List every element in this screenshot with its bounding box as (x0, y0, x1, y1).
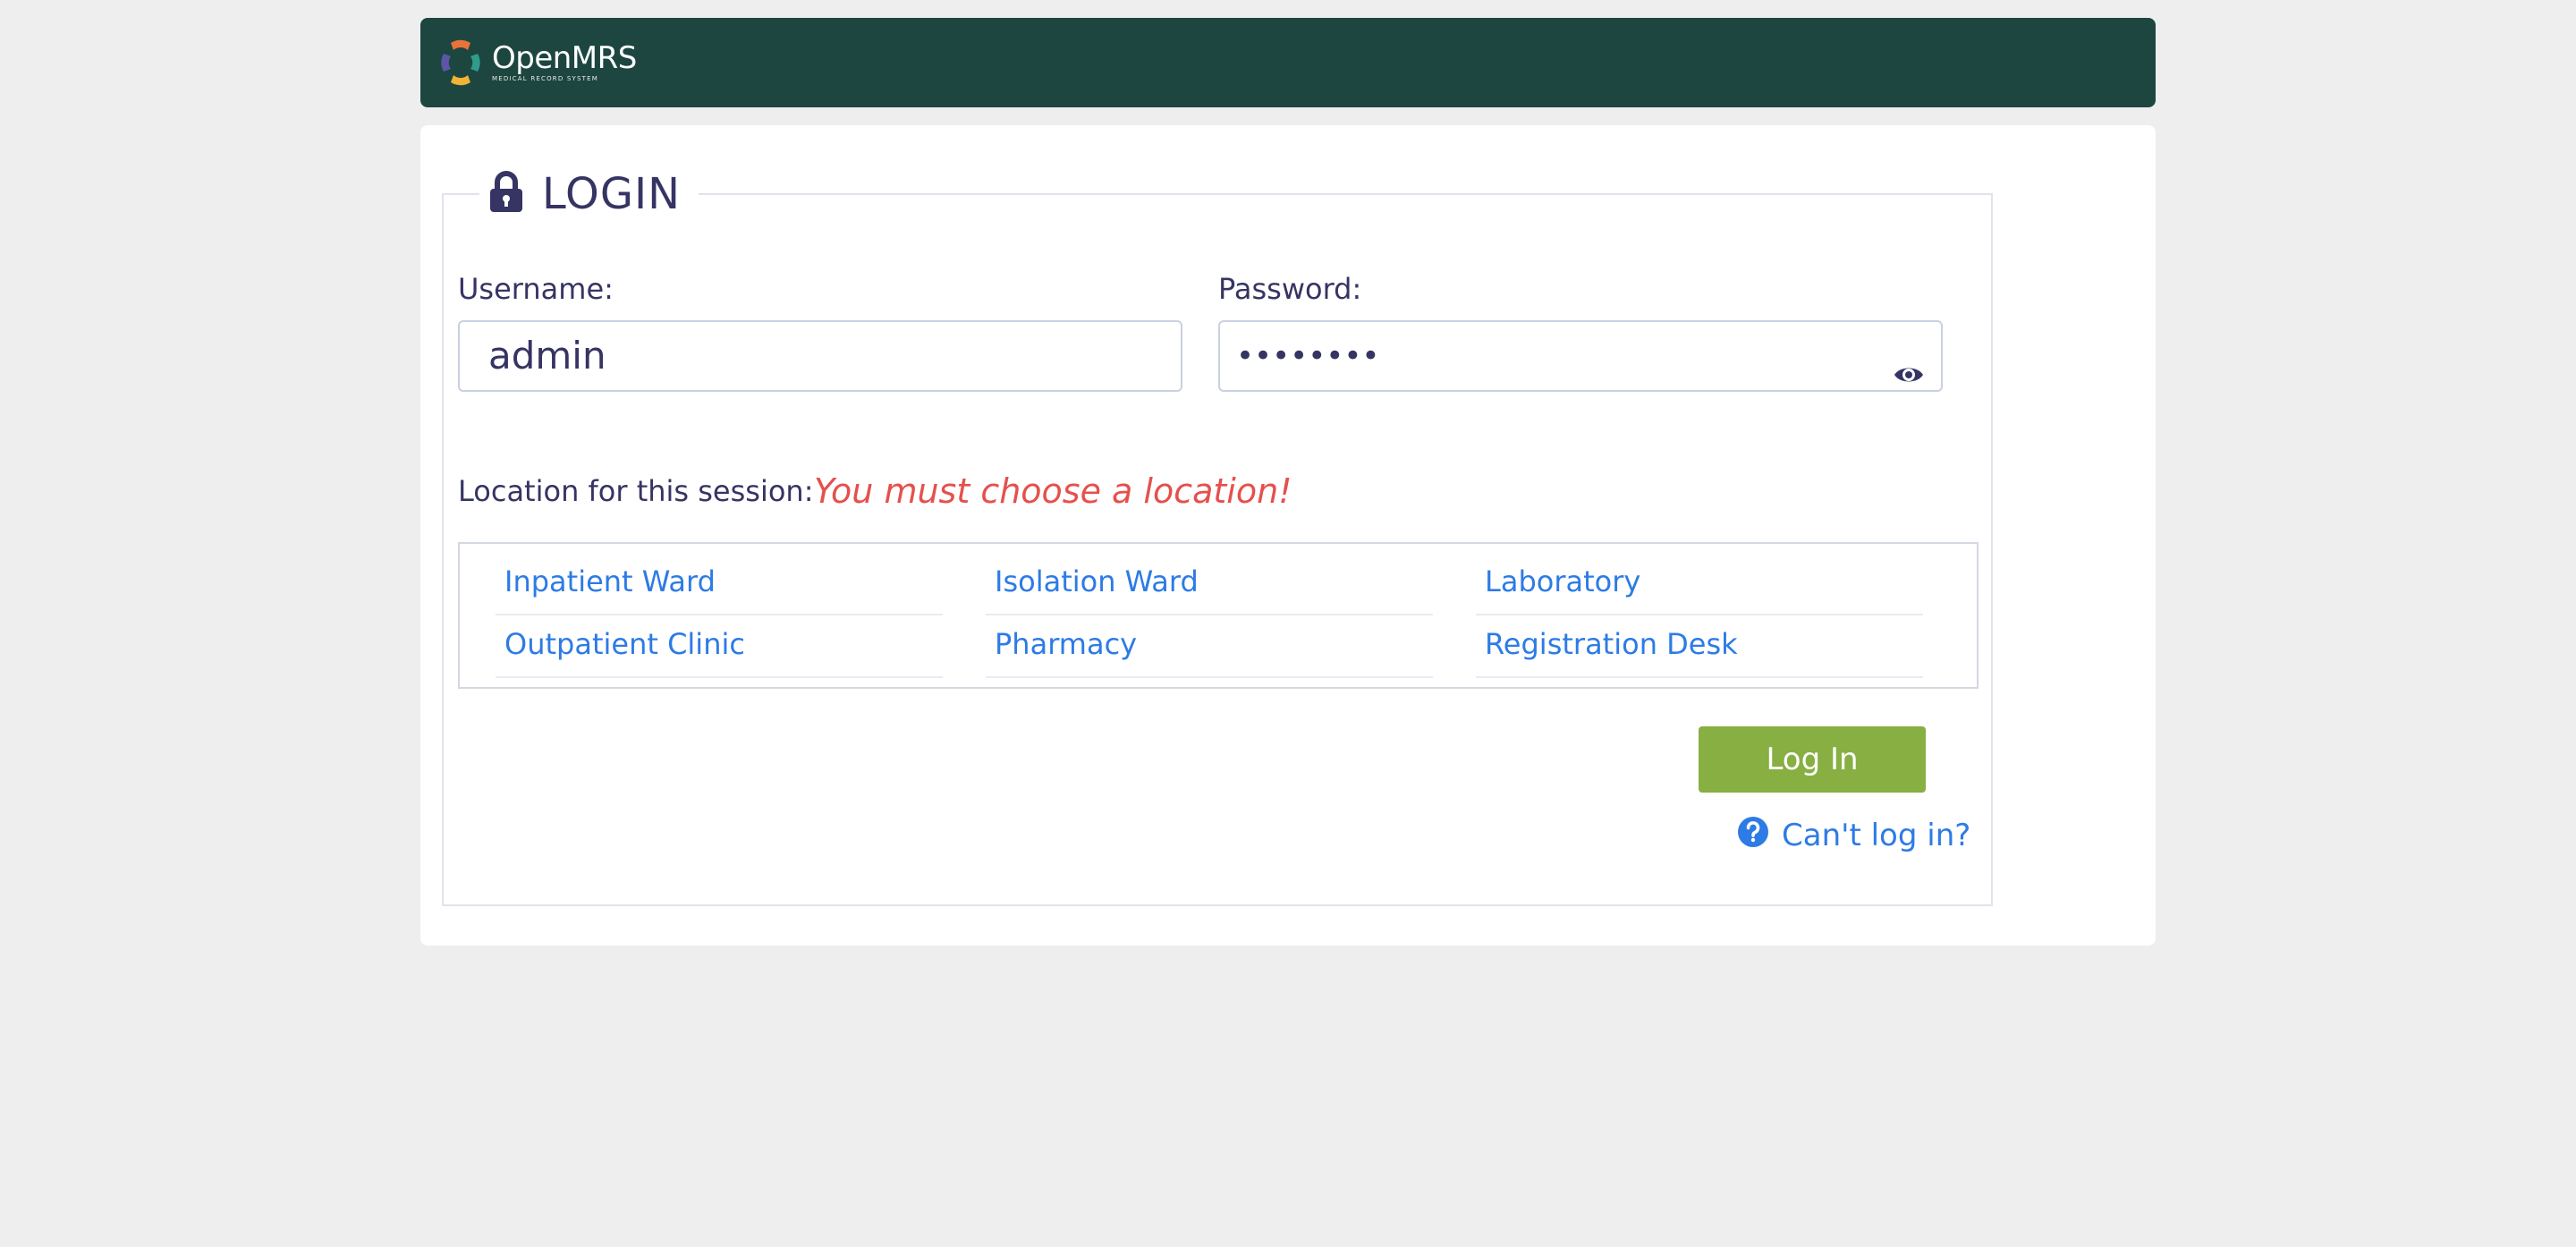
location-pharmacy[interactable]: Pharmacy (986, 617, 1433, 678)
location-isolation-ward[interactable]: Isolation Ward (986, 555, 1433, 615)
location-inpatient-ward[interactable]: Inpatient Ward (496, 555, 943, 615)
lock-icon (488, 171, 524, 217)
login-card: LOGIN Username: admin Password: ••••••••… (420, 125, 2156, 946)
location-error: You must choose a location! (814, 471, 1292, 511)
location-label: Location for this session: (458, 474, 814, 508)
login-button[interactable]: Log In (1699, 726, 1926, 793)
openmrs-logo-icon (438, 38, 483, 88)
location-list: Inpatient Ward Isolation Ward Laboratory… (458, 542, 1979, 689)
openmrs-logo[interactable]: OpenMRS MEDICAL RECORD SYSTEM (438, 38, 637, 88)
login-legend: LOGIN (479, 165, 699, 224)
cant-login-link[interactable]: Can't log in? (1737, 816, 1970, 855)
top-header: OpenMRS MEDICAL RECORD SYSTEM (420, 18, 2156, 107)
login-fieldset: LOGIN Username: admin Password: ••••••••… (442, 165, 1993, 906)
location-registration-desk[interactable]: Registration Desk (1476, 617, 1923, 678)
password-label: Password: (1218, 272, 1362, 306)
username-input[interactable]: admin (458, 320, 1182, 392)
logo-tagline: MEDICAL RECORD SYSTEM (492, 75, 598, 82)
location-outpatient-clinic[interactable]: Outpatient Clinic (496, 617, 943, 678)
eye-icon[interactable] (1893, 344, 1925, 411)
location-laboratory[interactable]: Laboratory (1476, 555, 1923, 615)
question-circle-icon (1737, 816, 1782, 856)
cant-login-text: Can't log in? (1782, 818, 1971, 853)
password-input[interactable]: •••••••• (1218, 320, 1943, 392)
password-value: •••••••• (1236, 338, 1380, 374)
logo-name: OpenMRS (492, 40, 637, 76)
username-label: Username: (458, 272, 614, 306)
login-title: LOGIN (542, 169, 682, 219)
